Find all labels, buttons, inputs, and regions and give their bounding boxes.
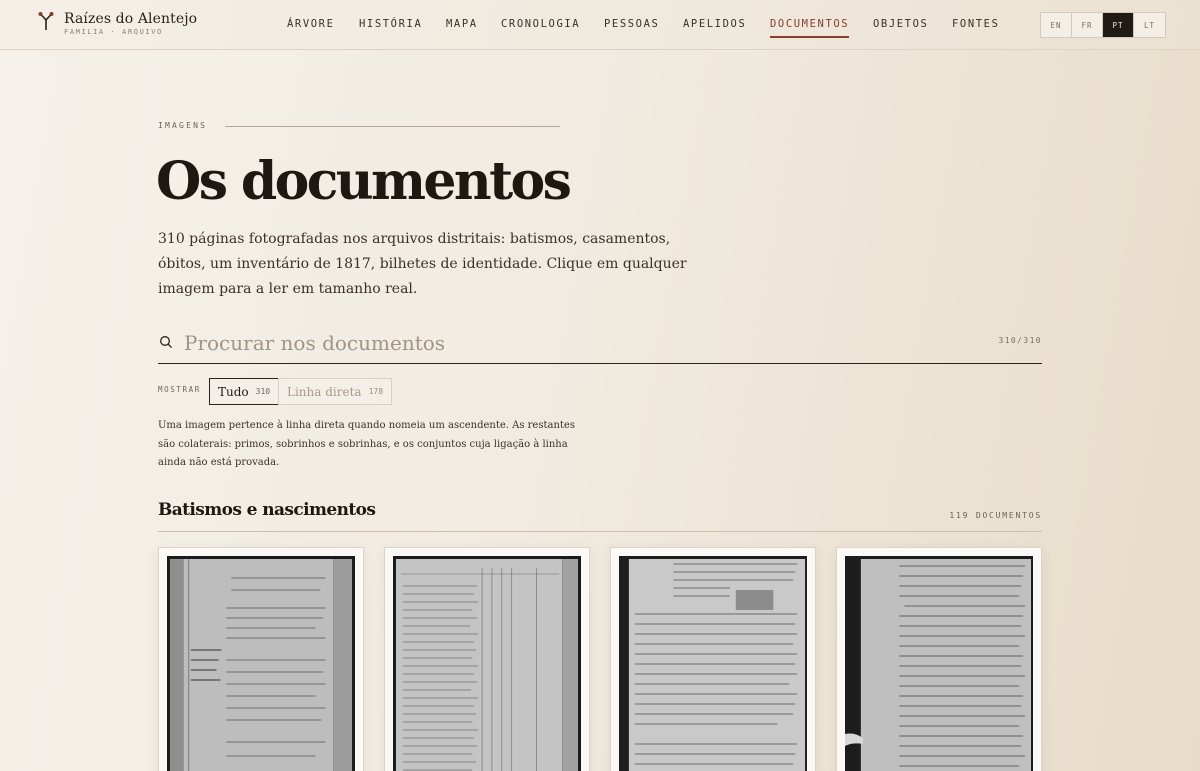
lang-button-en[interactable]: EN (1041, 13, 1072, 37)
nav-item-fontes[interactable]: FONTES (952, 0, 1000, 50)
brand-subtitle: FAMÍLIA · ARQUIVO (64, 28, 163, 36)
nav-item-pessoas[interactable]: PESSOAS (604, 0, 659, 50)
document-thumbnail (619, 556, 807, 771)
search-bar: 310/310 (158, 325, 1042, 364)
search-input[interactable] (184, 327, 884, 359)
page-intro: 310 páginas fotografadas nos arquivos di… (158, 231, 687, 297)
document-card[interactable] (158, 547, 364, 771)
filter-all-button[interactable]: Tudo 310 (209, 378, 280, 405)
search-icon (160, 336, 172, 348)
lang-button-fr[interactable]: FR (1072, 13, 1103, 37)
eyebrow-label: IMAGENS (158, 121, 208, 130)
nav-item-apelidos[interactable]: APELIDOS (683, 0, 746, 50)
family-tree-icon (38, 12, 54, 30)
lang-button-lt[interactable]: LT (1134, 13, 1165, 37)
filter-note: Uma imagem pertence à linha direta quand… (158, 420, 575, 468)
nav-item-documentos[interactable]: DOCUMENTOS (770, 0, 850, 50)
brand-title: Raízes do Alentejo (64, 11, 198, 27)
search-result-count: 310/310 (998, 336, 1042, 345)
eyebrow: IMAGENS (158, 121, 207, 130)
page-title: Os documentos (156, 151, 572, 212)
filter-direct-line-label: Linha direta (287, 384, 362, 399)
nav-item-cronologia[interactable]: CRONOLOGIA (501, 0, 580, 50)
document-card[interactable] (610, 547, 816, 771)
lang-button-pt[interactable]: PT (1103, 13, 1134, 37)
document-image (845, 556, 1033, 771)
section-divider (158, 531, 1042, 532)
document-thumbnail (393, 556, 581, 771)
language-switcher: EN FR PT LT (1040, 12, 1166, 38)
brand[interactable]: Raízes do Alentejo FAMÍLIA · ARQUIVO (38, 10, 197, 37)
filter-all-count: 310 (255, 387, 271, 396)
document-card[interactable] (836, 547, 1042, 771)
filter-direct-line-count: 178 (368, 387, 384, 396)
filter-direct-line-button[interactable]: Linha direta 178 (278, 378, 393, 405)
document-card[interactable] (384, 547, 590, 771)
filter-label: MOSTRAR (158, 385, 201, 394)
document-image (167, 556, 355, 771)
eyebrow-divider (225, 126, 560, 127)
section-document-count: 119 DOCUMENTOS (949, 511, 1042, 520)
nav-item-arvore[interactable]: ÁRVORE (287, 0, 335, 50)
site-header: Raízes do Alentejo FAMÍLIA · ARQUIVO ÁRV… (0, 0, 1200, 50)
document-image (619, 556, 807, 771)
nav-item-objetos[interactable]: OBJETOS (873, 0, 928, 50)
nav-item-mapa[interactable]: MAPA (446, 0, 478, 50)
document-thumbnail (167, 556, 355, 771)
section-title: Batismos e nascimentos (158, 500, 376, 520)
nav-item-historia[interactable]: HISTÓRIA (359, 0, 422, 50)
filter-all-label: Tudo (218, 384, 249, 399)
document-image (393, 556, 581, 771)
document-thumbnail (845, 556, 1033, 771)
